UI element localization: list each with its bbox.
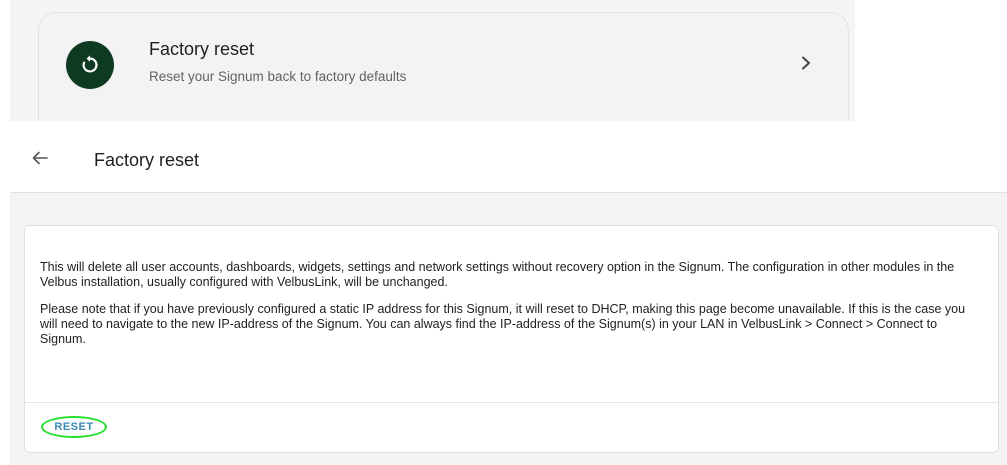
page-title: Factory reset (94, 150, 200, 170)
reset-button-label: RESET (54, 421, 94, 433)
dhcp-note-paragraph: Please note that if you have previously … (40, 302, 966, 346)
card-divider (25, 402, 998, 403)
factory-reset-list-item[interactable]: Factory reset Reset your Signum back to … (38, 12, 849, 120)
factory-reset-card: This will delete all user accounts, dash… (24, 225, 999, 453)
list-item-title: Factory reset (149, 39, 255, 59)
warning-paragraph: This will delete all user accounts, dash… (40, 260, 955, 289)
page-header: Factory reset (10, 122, 1007, 193)
list-item-description: Reset your Signum back to factory defaul… (149, 69, 407, 84)
reset-button[interactable]: RESET (41, 416, 107, 438)
back-arrow-icon[interactable] (30, 150, 50, 166)
card-body: This will delete all user accounts, dash… (40, 260, 975, 359)
settings-list-panel: Factory reset Reset your Signum back to … (10, 0, 855, 121)
chevron-right-icon (796, 53, 816, 73)
restart-icon (66, 41, 114, 89)
